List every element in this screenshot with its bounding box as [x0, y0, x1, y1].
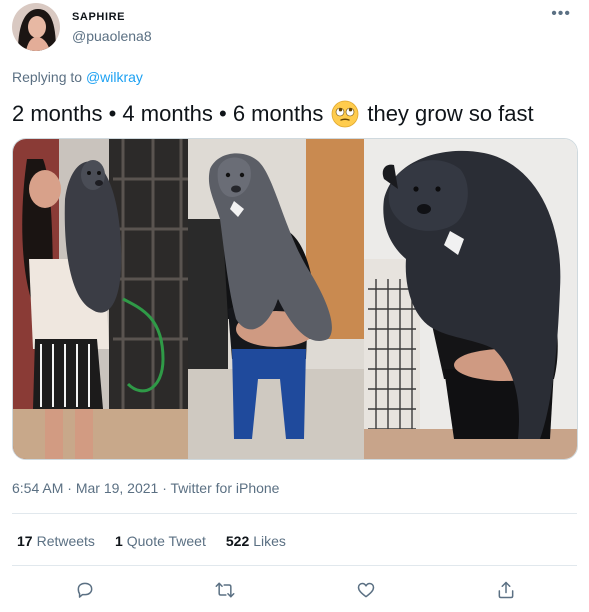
- tweet-source[interactable]: Twitter for iPhone: [171, 480, 280, 496]
- likes-stat[interactable]: 522 Likes: [226, 533, 286, 549]
- replying-to: Replying to @wilkray: [12, 69, 143, 85]
- tweet-meta: 6:54 AM · Mar 19, 2021 · Twitter for iPh…: [12, 480, 279, 496]
- photo-2-months[interactable]: [13, 139, 189, 459]
- more-options-icon[interactable]: •••: [551, 6, 571, 22]
- avatar[interactable]: [12, 3, 60, 51]
- retweet-icon[interactable]: [213, 578, 237, 602]
- meta-separator: ·: [67, 480, 72, 496]
- quote-tweets-stat[interactable]: 1 Quote Tweet: [115, 533, 206, 549]
- tweet-text: 2 months • 4 months • 6 months they grow…: [12, 100, 534, 128]
- tweet-time[interactable]: 6:54 AM: [12, 480, 63, 496]
- meta-separator: ·: [162, 480, 167, 496]
- retweets-count: 17: [17, 533, 33, 549]
- retweets-label: Retweets: [36, 533, 95, 549]
- replying-to-label: Replying to: [12, 69, 83, 85]
- display-name[interactable]: SAPHIRE: [72, 11, 125, 23]
- retweets-stat[interactable]: 17 Retweets: [17, 533, 95, 549]
- likes-label: Likes: [253, 533, 286, 549]
- divider: [12, 565, 577, 566]
- tweet-date[interactable]: Mar 19, 2021: [76, 480, 159, 496]
- tweet-card: SAPHIRE @puaolena8 ••• Replying to @wilk…: [0, 0, 589, 612]
- media-grid: [12, 138, 578, 460]
- user-handle[interactable]: @puaolena8: [72, 28, 152, 44]
- action-bar: [0, 578, 589, 604]
- like-icon[interactable]: [354, 578, 378, 602]
- quotes-label: Quote Tweet: [126, 533, 206, 549]
- reply-icon[interactable]: [73, 578, 97, 602]
- tweet-text-part-2: they grow so fast: [367, 101, 534, 126]
- share-icon[interactable]: [494, 578, 518, 602]
- tweet-text-part-1: 2 months • 4 months • 6 months: [12, 101, 324, 126]
- likes-count: 522: [225, 533, 250, 549]
- tweet-stats: 17 Retweets 1 Quote Tweet 522 Likes: [17, 533, 286, 549]
- mention-link[interactable]: @wilkray: [86, 69, 143, 85]
- photo-4-months[interactable]: [188, 139, 364, 459]
- quotes-count: 1: [114, 533, 123, 549]
- divider: [12, 513, 577, 514]
- face-with-rolling-eyes-emoji-icon: [331, 100, 359, 128]
- photo-6-months[interactable]: [363, 139, 577, 459]
